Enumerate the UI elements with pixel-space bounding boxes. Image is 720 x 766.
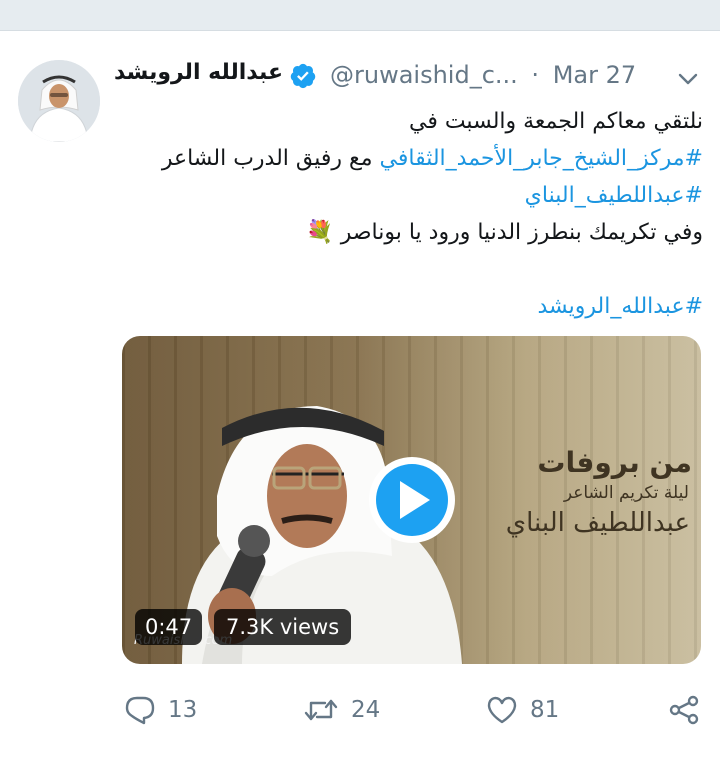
top-separator-bar <box>0 0 720 31</box>
heart-icon <box>487 696 517 724</box>
hashtag-link[interactable]: #عبدالله_الرويشد <box>537 294 703 319</box>
author-handle-and-date: @ruwaishid_c... · Mar 27 <box>330 61 636 89</box>
tweet-text-segment: وفي تكريمك بنطرز الدنيا ورود يا بوناصر 💐 <box>306 220 703 245</box>
tweet-text-line: #عبدالله_الرويشد <box>118 288 703 325</box>
share-action[interactable] <box>668 692 700 728</box>
video-duration-badge: 0:47 <box>135 609 203 645</box>
retweet-icon <box>304 699 338 721</box>
reply-icon <box>125 696 155 725</box>
share-icon <box>669 695 699 725</box>
author-name[interactable]: عبدالله الرويشد <box>114 60 283 85</box>
tweet-text-line: وفي تكريمك بنطرز الدنيا ورود يا بوناصر 💐 <box>118 214 703 251</box>
video-overlay-subtitle: ليلة تكريم الشاعر <box>563 483 689 503</box>
video-player[interactable]: من بروفات ليلة تكريم الشاعر عبداللطيف ال… <box>122 336 701 664</box>
play-button[interactable] <box>369 457 455 543</box>
tweet-text-line <box>118 251 703 288</box>
retweet-count: 24 <box>351 697 381 723</box>
tweet-text-line: #مركز_الشيخ_جابر_الأحمد_الثقافي مع رفيق … <box>118 140 703 177</box>
separator-dot: · <box>531 61 540 89</box>
retweet-action[interactable]: 24 <box>303 692 380 728</box>
verified-badge-icon <box>289 62 317 90</box>
video-views-badge: 7.3K views <box>214 609 352 645</box>
tweet-text-segment: نلتقي معاكم الجمعة والسبت في <box>408 109 703 134</box>
like-count: 81 <box>530 697 560 723</box>
tweet-text-line: #عبداللطيف_البناي <box>118 177 703 214</box>
author-avatar[interactable] <box>18 60 100 142</box>
reply-count: 13 <box>168 697 198 723</box>
hashtag-link[interactable]: #مركز_الشيخ_جابر_الأحمد_الثقافي <box>380 146 703 171</box>
hashtag-link[interactable]: #عبداللطيف_البناي <box>525 183 703 208</box>
tweet-date[interactable]: Mar 27 <box>553 61 636 89</box>
avatar-photo <box>18 60 100 142</box>
author-handle[interactable]: @ruwaishid_c... <box>330 61 518 89</box>
play-icon <box>400 481 430 519</box>
video-overlay-name: عبداللطيف البناي <box>505 508 690 538</box>
like-action[interactable]: 81 <box>486 692 559 728</box>
tweet-text-segment: مع رفيق الدرب الشاعر <box>161 146 380 171</box>
video-overlay-title: من بروفات <box>537 446 692 479</box>
chevron-down-icon[interactable] <box>675 66 701 92</box>
tweet-text-line: نلتقي معاكم الجمعة والسبت في <box>118 103 703 140</box>
tweet-text: نلتقي معاكم الجمعة والسبت في #مركز_الشيخ_… <box>118 103 703 325</box>
reply-action[interactable]: 13 <box>124 692 197 728</box>
